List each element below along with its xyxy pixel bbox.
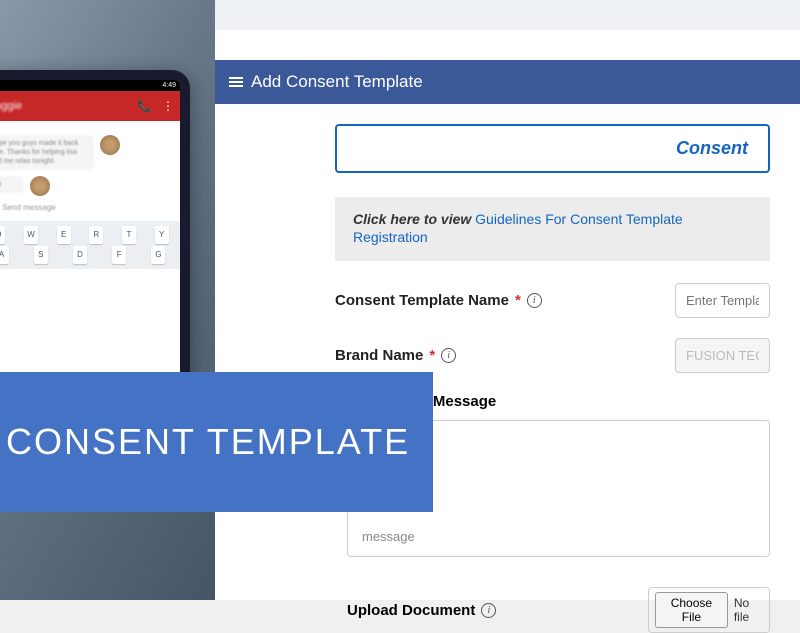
guidelines-prefix: Click here to view	[353, 211, 471, 227]
info-icon[interactable]: i	[481, 603, 496, 618]
overlay-text: CONSENT TEMPLATE	[6, 421, 410, 463]
more-icon: ⋮	[162, 99, 174, 113]
tab-label: Consent	[676, 138, 748, 158]
overlay-banner: CONSENT TEMPLATE	[0, 372, 433, 512]
chat-message: Hope you guys made it back safe. Thanks …	[0, 135, 94, 170]
template-name-label: Consent Template Name* i	[335, 292, 675, 309]
panel-header: Add Consent Template	[215, 60, 800, 104]
tab-consent[interactable]: Consent	[335, 124, 770, 173]
call-icon: 📞	[137, 99, 152, 113]
template-name-input[interactable]	[675, 283, 770, 318]
choose-file-button[interactable]: Choose File	[655, 592, 728, 628]
file-status: No file	[734, 596, 763, 624]
avatar	[30, 176, 50, 196]
info-icon[interactable]: i	[441, 348, 456, 363]
phone-app-header: Maggie 📞 ⋮	[0, 91, 180, 121]
message-placeholder: message	[362, 529, 755, 544]
phone-chat-title: Maggie	[0, 100, 22, 112]
menu-icon[interactable]	[229, 75, 243, 89]
phone-status-bar: 4:49	[0, 80, 180, 91]
keyboard: QWERTY ASDFG	[0, 221, 180, 269]
panel-title: Add Consent Template	[251, 72, 423, 92]
send-placeholder: Send message	[2, 203, 172, 212]
upload-label: Upload Document i	[347, 602, 648, 619]
chat-message: yup	[0, 176, 24, 193]
brand-name-input	[675, 338, 770, 373]
avatar	[100, 135, 120, 155]
info-icon[interactable]: i	[527, 293, 542, 308]
brand-name-label: Brand Name * i	[335, 347, 675, 364]
guidelines-link[interactable]: Click here to view Guidelines For Consen…	[335, 197, 770, 261]
